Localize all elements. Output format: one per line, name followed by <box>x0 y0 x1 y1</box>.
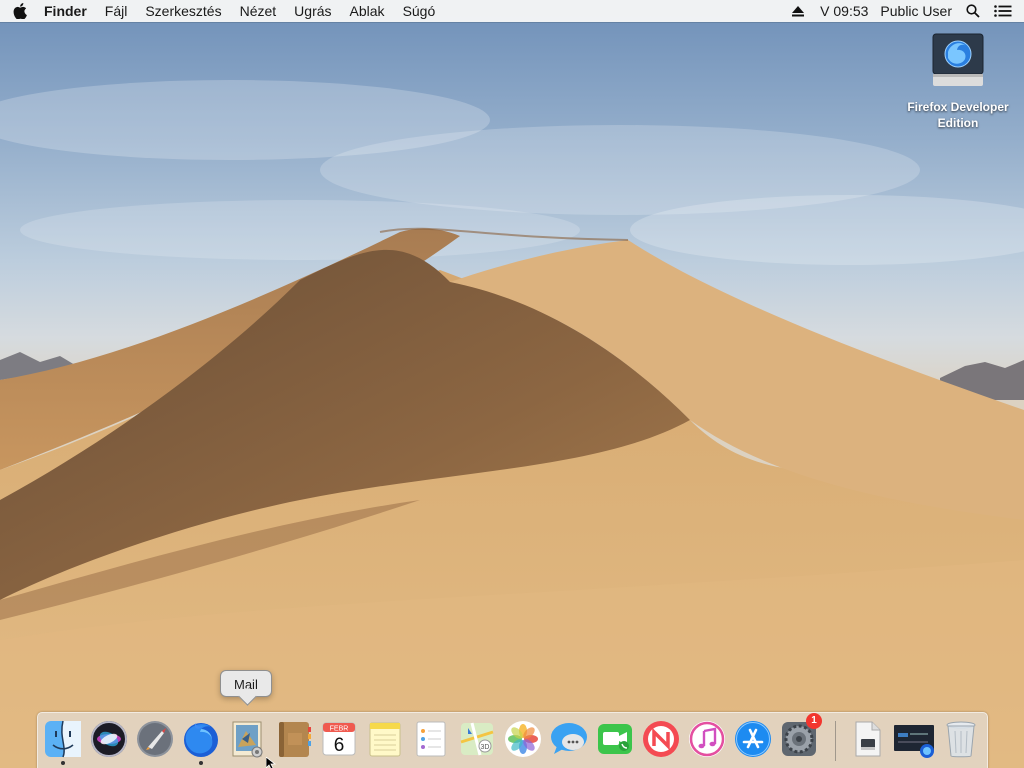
dock: FEBR 6 3D 1 <box>37 712 988 768</box>
desktop-icon-label: Firefox Developer Edition <box>907 100 1009 130</box>
desktop-icon-firefox-developer-edition[interactable]: Firefox Developer Edition <box>900 30 1016 131</box>
dock-tooltip: Mail <box>220 670 272 697</box>
finder-icon <box>43 719 83 759</box>
disk-image-firefox-icon <box>930 30 986 95</box>
dock-item-launchpad[interactable] <box>134 717 176 761</box>
dock-item-reminders[interactable] <box>410 717 452 761</box>
mouse-cursor-icon <box>265 756 277 768</box>
launchpad-icon <box>136 720 174 758</box>
running-indicator <box>199 761 203 765</box>
dock-item-mail[interactable] <box>226 717 268 761</box>
facetime-icon <box>596 720 634 758</box>
menubar-user[interactable]: Public User <box>874 0 958 22</box>
notification-center-icon[interactable] <box>988 0 1024 22</box>
firefox-icon <box>181 719 221 759</box>
photos-icon <box>504 720 542 758</box>
dock-item-firefox-installer[interactable] <box>894 717 936 761</box>
dock-item-news[interactable] <box>640 717 682 761</box>
siri-icon <box>90 720 128 758</box>
contacts-icon <box>274 719 312 759</box>
dock-item-notes[interactable] <box>364 717 406 761</box>
running-indicator <box>61 761 65 765</box>
news-icon <box>642 720 680 758</box>
dock-item-trash[interactable] <box>940 717 982 761</box>
firefox-installer-icon <box>893 719 937 759</box>
reminders-icon <box>412 720 450 758</box>
mail-icon <box>228 719 266 759</box>
dock-item-system-preferences[interactable]: 1 <box>778 713 822 761</box>
menubar-clock[interactable]: V 09:53 <box>814 0 874 22</box>
apple-menu-icon[interactable] <box>0 0 40 22</box>
calendar-day: 6 <box>334 735 345 756</box>
dock-item-calendar[interactable]: FEBR 6 <box>318 717 360 761</box>
calendar-icon: FEBR 6 <box>320 720 358 758</box>
notes-icon <box>366 720 404 758</box>
dock-tooltip-text: Mail <box>234 677 258 692</box>
svg-text:3D: 3D <box>481 744 490 751</box>
menu-window[interactable]: Ablak <box>341 0 394 22</box>
calendar-month: FEBR <box>330 726 349 733</box>
downloads-stack-icon <box>850 719 884 759</box>
trash-icon <box>944 719 978 759</box>
dock-item-app-store[interactable] <box>732 717 774 761</box>
dock-item-contacts[interactable] <box>272 717 314 761</box>
dock-item-maps[interactable]: 3D <box>456 717 498 761</box>
dock-item-itunes[interactable] <box>686 717 728 761</box>
itunes-icon <box>688 720 726 758</box>
dock-item-facetime[interactable] <box>594 717 636 761</box>
menu-help[interactable]: Súgó <box>394 0 445 22</box>
maps-icon: 3D <box>458 720 496 758</box>
eject-icon[interactable] <box>782 0 814 22</box>
desktop-wallpaper <box>0 0 1024 768</box>
menu-view[interactable]: Nézet <box>231 0 286 22</box>
spotlight-search-icon[interactable] <box>958 0 988 22</box>
menu-app-name[interactable]: Finder <box>40 0 96 22</box>
dock-item-siri[interactable] <box>88 717 130 761</box>
dock-separator <box>835 721 836 761</box>
dock-item-finder[interactable] <box>42 717 84 765</box>
menu-go[interactable]: Ugrás <box>285 0 340 22</box>
dock-item-downloads[interactable] <box>846 717 888 761</box>
menu-edit[interactable]: Szerkesztés <box>136 0 230 22</box>
menu-file[interactable]: Fájl <box>96 0 137 22</box>
dock-item-messages[interactable] <box>548 717 590 761</box>
menu-bar: Finder Fájl Szerkesztés Nézet Ugrás Abla… <box>0 0 1024 22</box>
messages-icon <box>549 720 589 758</box>
dock-item-photos[interactable] <box>502 717 544 761</box>
app-store-icon <box>734 720 772 758</box>
mojave-dunes-illustration <box>0 80 1024 768</box>
dock-item-firefox[interactable] <box>180 717 222 765</box>
notification-badge: 1 <box>806 713 822 729</box>
